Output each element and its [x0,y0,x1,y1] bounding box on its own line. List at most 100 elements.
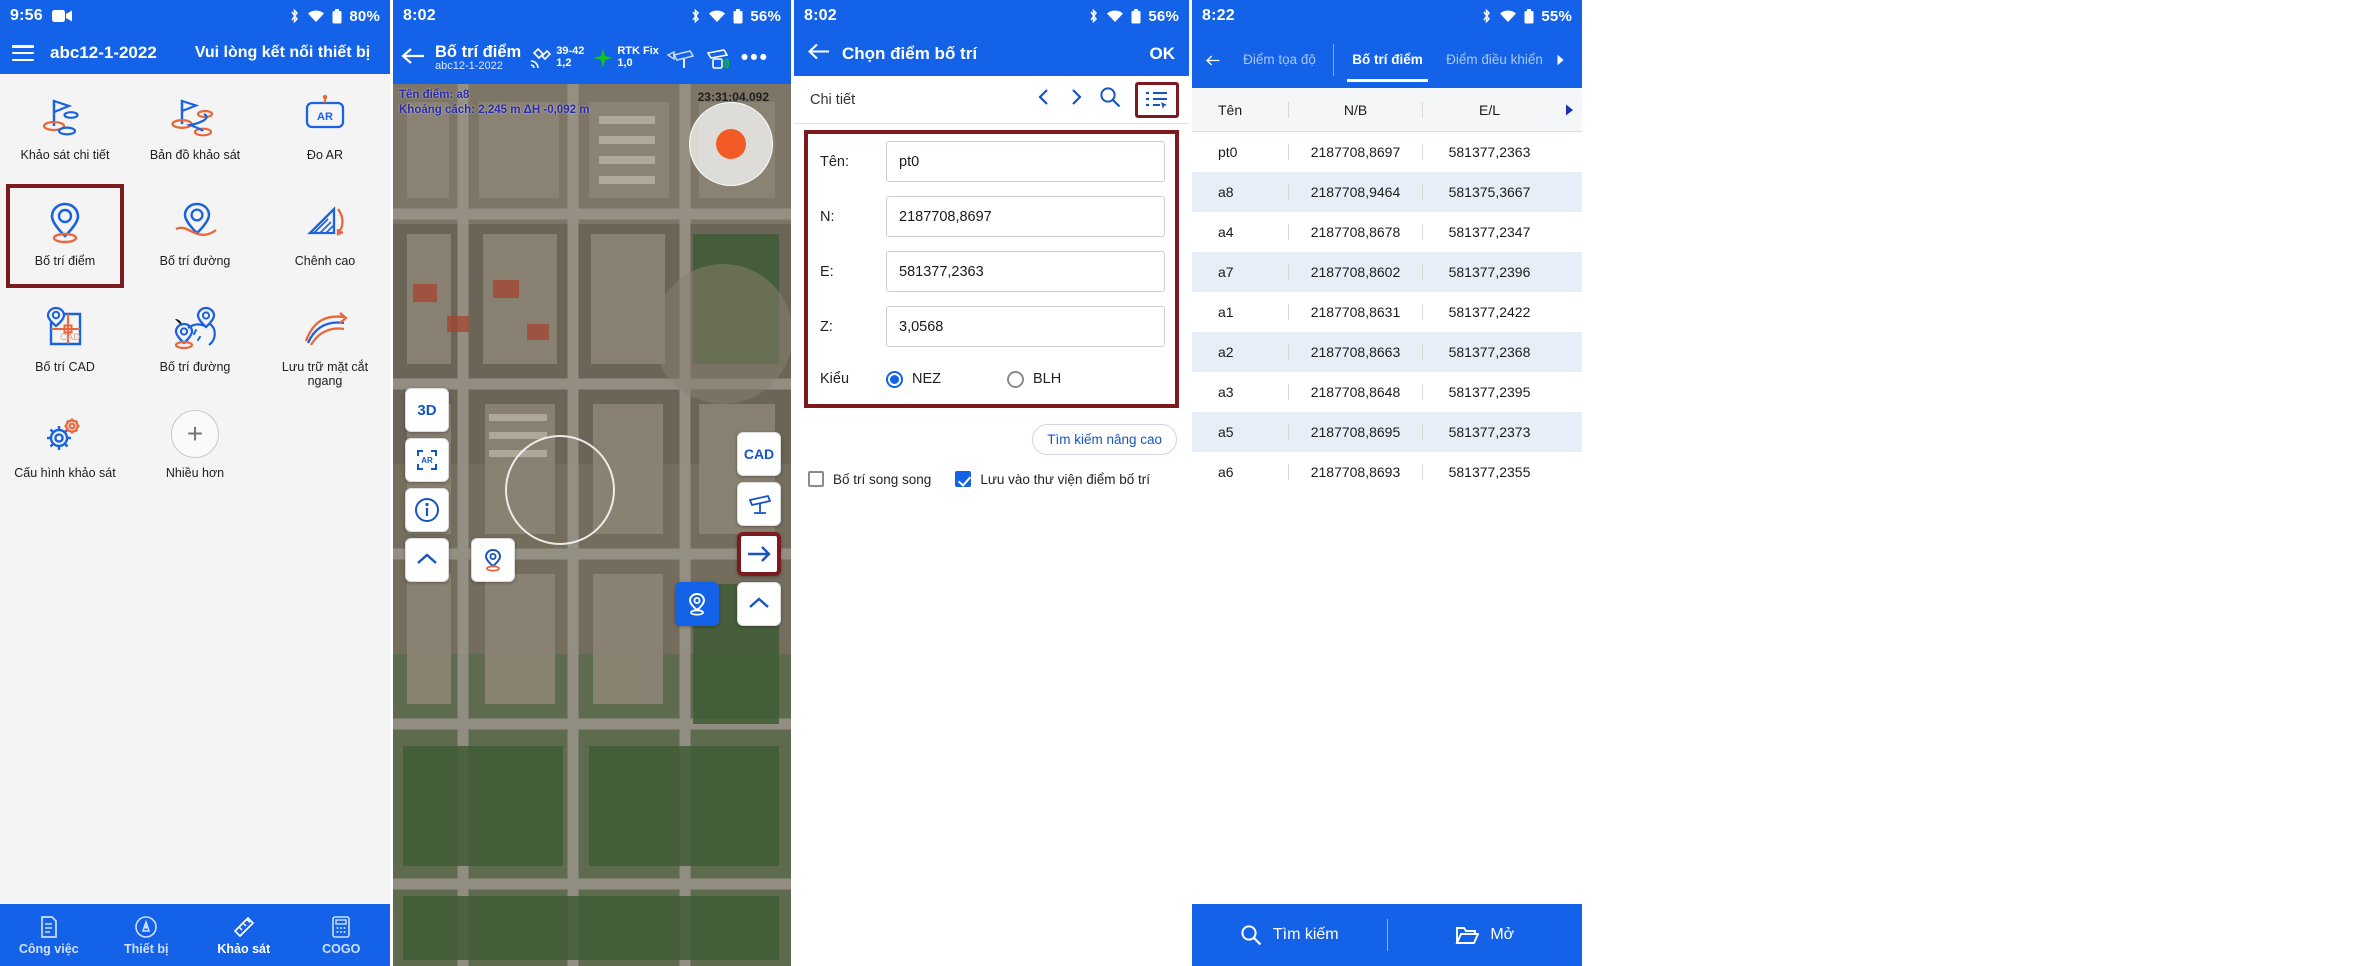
status-bar-3: 8:02 56% [794,0,1189,32]
grid-item-detailed-survey[interactable]: Khảo sát chi tiết [0,82,130,188]
search-icon[interactable] [1099,86,1121,113]
save-to-library-checkbox[interactable]: Lưu vào thư viện điểm bố trí [955,471,1150,487]
status-clock: 8:02 [804,7,837,24]
grid-item-stakeout-line[interactable]: Bố trí đường [130,188,260,294]
open-button[interactable]: Mở [1388,924,1583,946]
tab-coordinate-points[interactable]: Điểm tọa độ [1226,32,1333,88]
column-header-nb: N/B [1288,101,1422,118]
nav-item-survey[interactable]: Khảo sát [195,915,293,956]
form-row-name: Tên: pt0 [808,134,1175,189]
grid-item-stakeout-point[interactable]: Bố trí điểm [0,184,130,294]
table-row[interactable]: a8 2187708,9464 581375,3667 [1192,172,1582,212]
table-row[interactable]: pt0 2187708,8697 581377,2363 [1192,132,1582,172]
grid-item-label: Lưu trữ mặt cắt ngang [281,360,369,389]
stakeout-point-button[interactable] [675,582,719,626]
status-icons-4: 55% [1481,8,1572,25]
3d-view-button[interactable]: 3D [405,388,449,432]
tab-stakeout-points[interactable]: Bố trí điểm [1334,32,1441,88]
nav-item-label: Thiết bị [124,941,169,956]
cell-el: 581377,2395 [1422,384,1556,400]
ar-view-button[interactable]: AR [405,438,449,482]
bottom-bar-4: Tìm kiếm Mở [1192,904,1582,966]
parallel-stakeout-checkbox[interactable]: Bố trí song song [808,471,931,487]
compass-widget[interactable] [689,102,773,186]
cell-nb: 2187708,8602 [1288,264,1422,280]
table-row[interactable]: a1 2187708,8631 581377,2422 [1192,292,1582,332]
nav-item-device[interactable]: Thiết bị [98,915,196,956]
app-bar-2: Bố trí điểm abc12-1-2022 39-42 1,2 RTK F… [393,32,791,84]
document-job-icon [40,915,57,938]
table-row[interactable]: a5 2187708,8695 581377,2373 [1192,412,1582,452]
satellite-status[interactable]: 39-42 1,2 [529,46,584,70]
grid-item-stakeout-cad[interactable]: CAD Bố trí CAD [0,294,130,400]
bluetooth-icon [692,8,700,24]
hamburger-menu-icon[interactable] [12,45,34,61]
checkbox-box [955,471,972,487]
cell-name: pt0 [1218,144,1238,160]
points-table[interactable]: Tên N/B E/L pt0 2187708,8697 581377,2363… [1192,88,1582,904]
svg-text:AR: AR [421,456,433,465]
grid-item-cross-section[interactable]: Lưu trữ mặt cắt ngang [260,294,390,400]
east-field[interactable]: 581377,2363 [886,251,1165,292]
table-header-row: Tên N/B E/L [1192,88,1582,132]
cad-button[interactable]: CAD [737,432,781,476]
north-field[interactable]: 2187708,8697 [886,196,1165,237]
form-row-east: E: 581377,2363 [808,244,1175,299]
grid-item-elevation-diff[interactable]: Chênh cao [260,188,390,294]
nav-item-jobs[interactable]: Công việc [0,915,98,956]
table-row[interactable]: a4 2187708,8678 581377,2347 [1192,212,1582,252]
chevron-right-icon[interactable] [1548,32,1574,88]
elevation-field[interactable]: 3,0568 [886,306,1165,347]
nav-item-cogo[interactable]: COGO [293,915,391,956]
pin-point-icon [688,592,706,616]
satellite-map[interactable]: Tên điểm: a8 Khoảng cách: 2,245 m ΔH -0,… [393,84,791,966]
grid-item-ar-measure[interactable]: AR Đo AR [260,82,390,188]
rtk-fix-status[interactable]: RTK Fix 1,0 [592,46,659,69]
pin-stakeout-line-icon [168,194,222,250]
grid-item-stakeout-road[interactable]: Bố trí đường [130,294,260,400]
grid-item-survey-map[interactable]: Bản đồ khảo sát [130,82,260,188]
back-arrow-icon[interactable] [807,43,830,65]
table-row[interactable]: a2 2187708,8663 581377,2368 [1192,332,1582,372]
radio-blh[interactable]: BLH [1007,370,1061,388]
nav-item-label: Công việc [18,941,79,956]
elevation-difference-icon [298,194,352,250]
point-name-field[interactable]: pt0 [886,141,1165,182]
pin-point-icon [484,548,502,572]
scroll-right-arrow-icon[interactable] [1556,103,1582,117]
antenna-button[interactable] [737,482,781,526]
back-arrow-icon[interactable] [401,47,427,70]
more-dots-icon[interactable]: ••• [739,46,769,70]
video-record-icon [51,9,72,23]
cell-name: a5 [1218,424,1234,440]
cell-nb: 2187708,8631 [1288,304,1422,320]
base-station-icon[interactable] [703,46,731,70]
list-select-icon[interactable] [1135,81,1179,118]
table-row[interactable]: a7 2187708,8602 581377,2396 [1192,252,1582,292]
table-row[interactable]: a6 2187708,8693 581377,2355 [1192,452,1582,492]
chevron-left-icon[interactable] [1035,87,1053,112]
cell-el: 581377,2396 [1422,264,1556,280]
radio-nez[interactable]: NEZ [886,370,941,388]
detail-caption: Chi tiết [810,91,856,108]
cell-el: 581375,3667 [1422,184,1556,200]
chevron-right-icon[interactable] [1067,87,1085,112]
point-marker-button[interactable] [471,538,515,582]
tab-control-points[interactable]: Điểm điều khiển [1441,32,1548,88]
rover-antenna-icon[interactable] [666,46,695,70]
sat-line2: 1,2 [556,57,572,69]
back-arrow-icon[interactable] [1200,32,1226,88]
collapse-left-button[interactable] [405,538,449,582]
grid-item-survey-config[interactable]: Cấu hình khảo sát [0,400,130,506]
info-button[interactable] [405,488,449,532]
radio-button [1007,370,1024,388]
table-row[interactable]: a3 2187708,8648 581377,2395 [1192,372,1582,412]
ok-button[interactable]: OK [1150,44,1176,64]
form-row-elevation: Z: 3,0568 [808,299,1175,354]
grid-item-more[interactable]: + Nhiều hơn [130,400,260,506]
gears-survey-config-icon [38,406,92,462]
search-button[interactable]: Tìm kiếm [1192,924,1387,946]
advanced-search-button[interactable]: Tìm kiếm nâng cao [1032,424,1177,455]
next-point-button[interactable] [737,532,781,576]
collapse-right-button[interactable] [737,582,781,626]
